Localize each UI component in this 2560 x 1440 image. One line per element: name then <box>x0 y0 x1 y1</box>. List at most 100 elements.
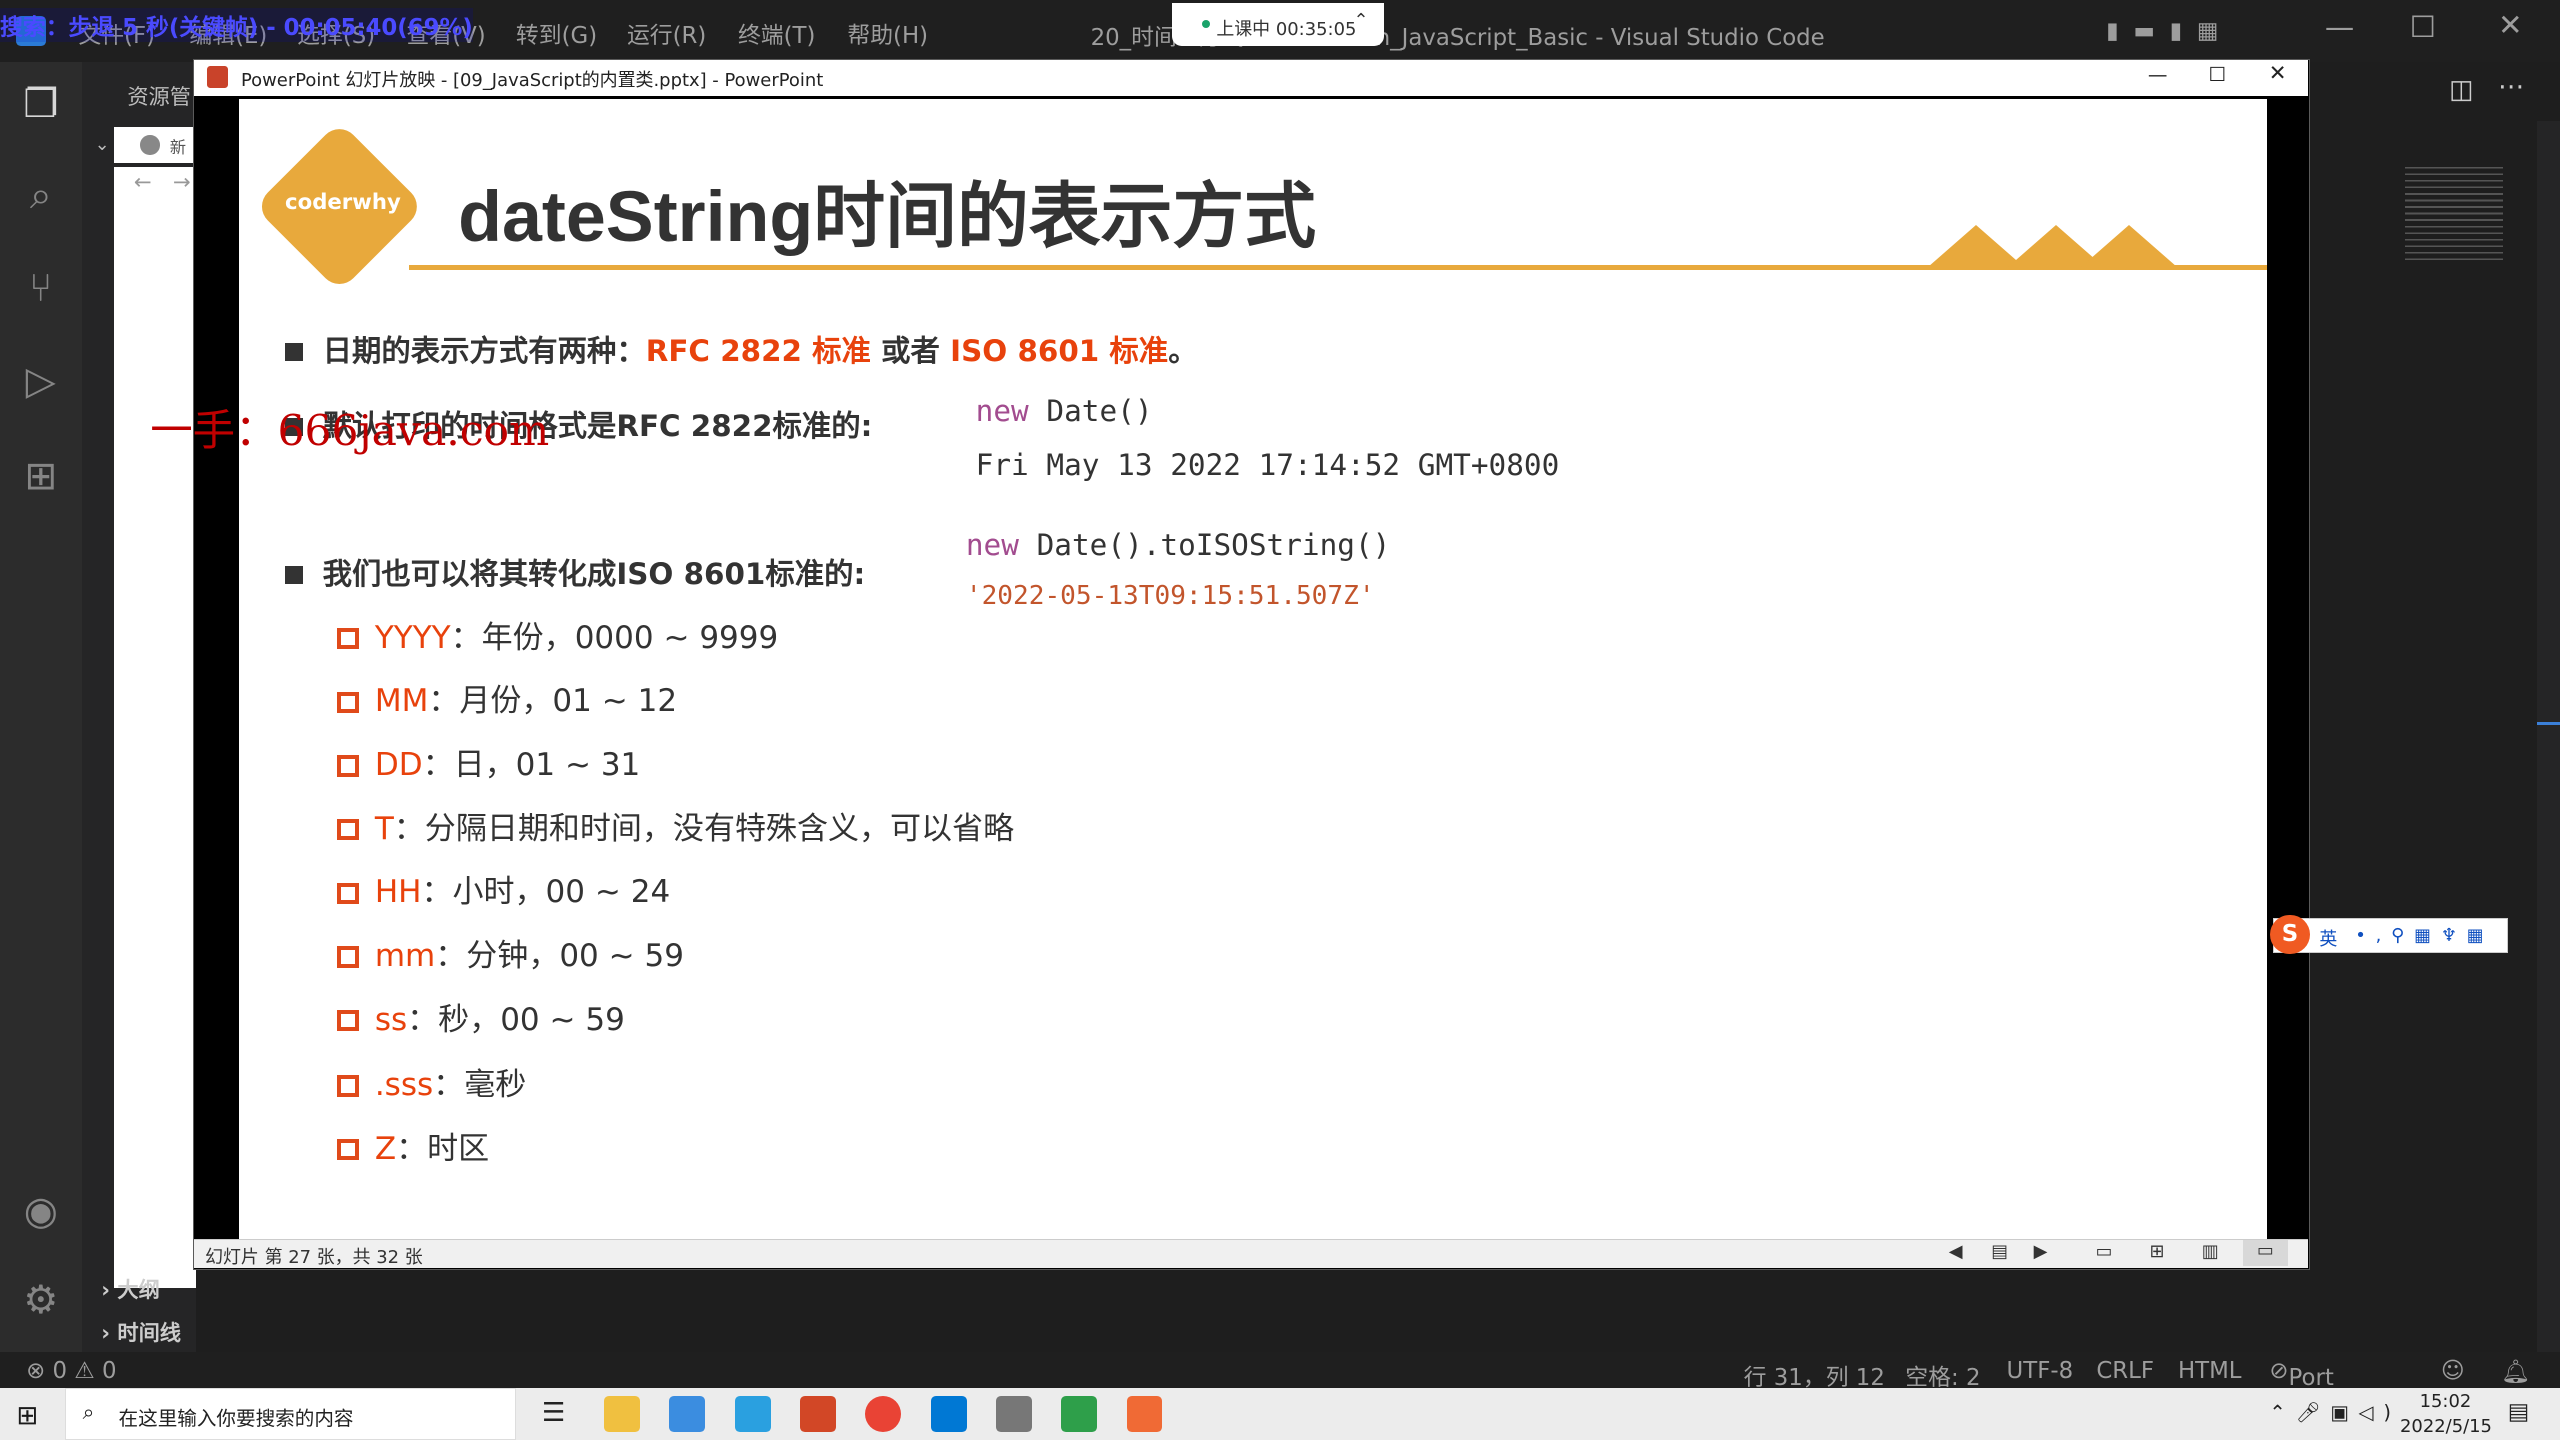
slide-title: dateString时间的表示方式 <box>458 176 1317 257</box>
app-icon[interactable] <box>734 1395 771 1432</box>
item-key: YYYY <box>374 619 451 656</box>
item-desc: ：分隔日期和时间，没有特殊含义，可以省略 <box>393 810 1015 847</box>
back-arrow-icon[interactable]: ← <box>134 170 152 195</box>
settings-gear-icon[interactable]: ⚙ <box>18 1278 64 1324</box>
green-app-icon[interactable] <box>1061 1395 1098 1432</box>
more-actions-icon[interactable]: ⋯ <box>2498 72 2524 102</box>
chrome-taskbar-icon[interactable] <box>865 1395 902 1432</box>
red-square-bullet <box>337 882 359 904</box>
rfc-text: RFC 2822 标准 <box>645 333 871 368</box>
browser-page <box>114 202 196 1289</box>
slide: coderwhy dateString时间的表示方式 日期的表示方式有两种：RF… <box>239 98 2268 1239</box>
ppt-titlebar: PowerPoint 幻灯片放映 - [09_JavaScript的内置类.pp… <box>193 59 2308 96</box>
code-new-date: new Date() <box>976 394 1153 428</box>
source-control-icon[interactable]: ⑂ <box>18 266 64 312</box>
tab-label: 新 <box>169 137 187 157</box>
windows-taskbar: ⊞ ⌕ 在这里输入你要搜索的内容 ☰ ⌃🎤︎▣◁) 15:02 2022/5/1… <box>0 1387 2560 1440</box>
item-desc: ：日，01 ~ 31 <box>422 746 641 783</box>
player-seek-hint: 搜索：步退 5 秒(关键帧) - 00:05:40(69%) <box>0 8 473 43</box>
taskbar-search-placeholder: 在这里输入你要搜索的内容 <box>118 1406 354 1430</box>
extensions-icon[interactable]: ⊞ <box>18 454 64 500</box>
chevron-down-icon[interactable]: ⌄ <box>95 134 110 155</box>
bullet-text: 我们也可以将其转化成ISO 8601标准的: <box>322 557 866 592</box>
taskbar-search[interactable]: ⌕ 在这里输入你要搜索的内容 <box>65 1387 516 1440</box>
format-item: YYYY：年份，0000 ~ 9999 <box>337 612 778 657</box>
encoding[interactable]: UTF-8 <box>2007 1358 2074 1384</box>
file-explorer-icon[interactable] <box>604 1395 640 1432</box>
line-endings[interactable]: CRLF <box>2096 1358 2154 1384</box>
reading-view-icon[interactable]: ▥ <box>2202 1241 2219 1262</box>
menu-run[interactable]: 运行(R) <box>627 16 706 50</box>
red-square-bullet <box>337 1075 359 1097</box>
vscode-taskbar-icon[interactable] <box>930 1395 967 1432</box>
windows-start-icon[interactable]: ⊞ <box>16 1401 38 1431</box>
item-desc: ：年份，0000 ~ 9999 <box>450 619 779 656</box>
menu-help[interactable]: 帮助(H) <box>847 16 928 50</box>
live-server-port[interactable]: ⊘ Port : 5500 <box>2269 1358 2346 1440</box>
normal-view-icon[interactable]: ▭ <box>2096 1241 2113 1262</box>
ppt-maximize-button[interactable]: ☐ <box>2208 63 2226 86</box>
red-square-bullet <box>337 1139 359 1161</box>
code-keyword: new <box>965 528 1019 563</box>
logo-text: coderwhy <box>285 190 401 216</box>
clock-time[interactable]: 15:02 <box>2420 1391 2472 1412</box>
maximize-button[interactable]: ☐ <box>2410 10 2436 44</box>
end-text: 。 <box>1168 333 1198 368</box>
ppt-close-button[interactable]: ✕ <box>2269 61 2287 86</box>
notification-center-icon[interactable]: ▤ <box>2508 1399 2530 1425</box>
notifications-bell-icon[interactable]: 🔔︎ <box>2501 1358 2530 1385</box>
ime-toolbar[interactable]: S 英 •,⚲▦♆▦ <box>2270 915 2508 955</box>
item-desc: ：秒，00 ~ 59 <box>407 1001 625 1038</box>
item-desc: ：毫秒 <box>433 1066 527 1103</box>
red-square-bullet <box>337 691 359 713</box>
ime-tools-icons[interactable]: •,⚲▦♆▦ <box>2355 925 2493 946</box>
outline-section[interactable]: › 大纲 <box>101 1273 160 1304</box>
browser-tab[interactable]: 新 <box>114 127 196 164</box>
problems-indicator[interactable]: ⊗ 0 ⚠ 0 <box>26 1358 116 1384</box>
timeline-section[interactable]: › 时间线 <box>101 1316 181 1347</box>
next-slide-icon[interactable]: ▶ <box>2034 1241 2048 1262</box>
ppt-minimize-button[interactable]: — <box>2148 63 2168 86</box>
powerpoint-taskbar-icon[interactable] <box>800 1395 836 1432</box>
minimap[interactable] <box>2315 120 2560 1411</box>
bullet-square <box>285 342 303 361</box>
explorer-icon[interactable]: ❐ <box>18 82 64 128</box>
bullet-iso-convert: 我们也可以将其转化成ISO 8601标准的: <box>285 551 865 593</box>
system-tray-icons[interactable]: ⌃🎤︎▣◁) <box>2269 1401 2400 1424</box>
sogou-logo-icon: S <box>2270 915 2310 955</box>
sorter-view-icon[interactable]: ⊞ <box>2150 1241 2165 1262</box>
slideshow-view-icon[interactable]: ▭ <box>2242 1239 2289 1266</box>
format-item: DD：日，01 ~ 31 <box>337 739 640 784</box>
menu-terminal[interactable]: 终端(T) <box>738 16 815 50</box>
app-icon[interactable] <box>669 1395 706 1432</box>
minimize-button[interactable]: — <box>2325 10 2354 44</box>
task-view-icon[interactable]: ☰ <box>542 1398 565 1428</box>
close-button[interactable]: ✕ <box>2498 8 2523 42</box>
feedback-icon[interactable]: ☺ <box>2441 1358 2465 1384</box>
item-key: DD <box>374 746 423 783</box>
browser-nav: ← → <box>114 166 196 203</box>
slide-menu-icon[interactable]: ▤ <box>1991 1241 2008 1262</box>
layout-toggle-icons[interactable]: ▮▬▮▦ <box>2106 18 2282 44</box>
format-item: Z：时区 <box>337 1123 489 1168</box>
avatar-app-icon[interactable] <box>995 1395 1032 1432</box>
language-mode[interactable]: HTML <box>2178 1358 2242 1384</box>
ime-language[interactable]: 英 <box>2319 925 2337 951</box>
ppt-statusbar: 幻灯片 第 27 张，共 32 张 ◀ ▤ ▶ ▭ ⊞ ▥ ▭ <box>193 1238 2308 1268</box>
prev-slide-icon[interactable]: ◀ <box>1949 1241 1963 1262</box>
run-debug-icon[interactable]: ▷ <box>18 359 64 405</box>
recording-indicator[interactable]: 上课中 00:35:05 ⌃ <box>1172 3 1385 46</box>
chevron-up-icon[interactable]: ⌃ <box>1353 10 1368 31</box>
item-key: mm <box>374 937 436 974</box>
orange-app-icon[interactable] <box>1126 1395 1163 1432</box>
forward-arrow-icon[interactable]: → <box>173 170 191 195</box>
split-editor-icon[interactable]: ◫ <box>2449 75 2474 105</box>
format-item: MM：月份，01 ~ 12 <box>337 675 677 720</box>
account-icon[interactable]: ◉ <box>18 1189 64 1235</box>
menu-goto[interactable]: 转到(G) <box>516 16 597 50</box>
chrome-icon <box>140 135 160 156</box>
search-icon[interactable]: ⌕ <box>18 173 64 219</box>
outline-label: 大纲 <box>117 1278 160 1304</box>
item-key: Z <box>374 1130 397 1167</box>
clock-date[interactable]: 2022/5/15 <box>2400 1416 2492 1437</box>
